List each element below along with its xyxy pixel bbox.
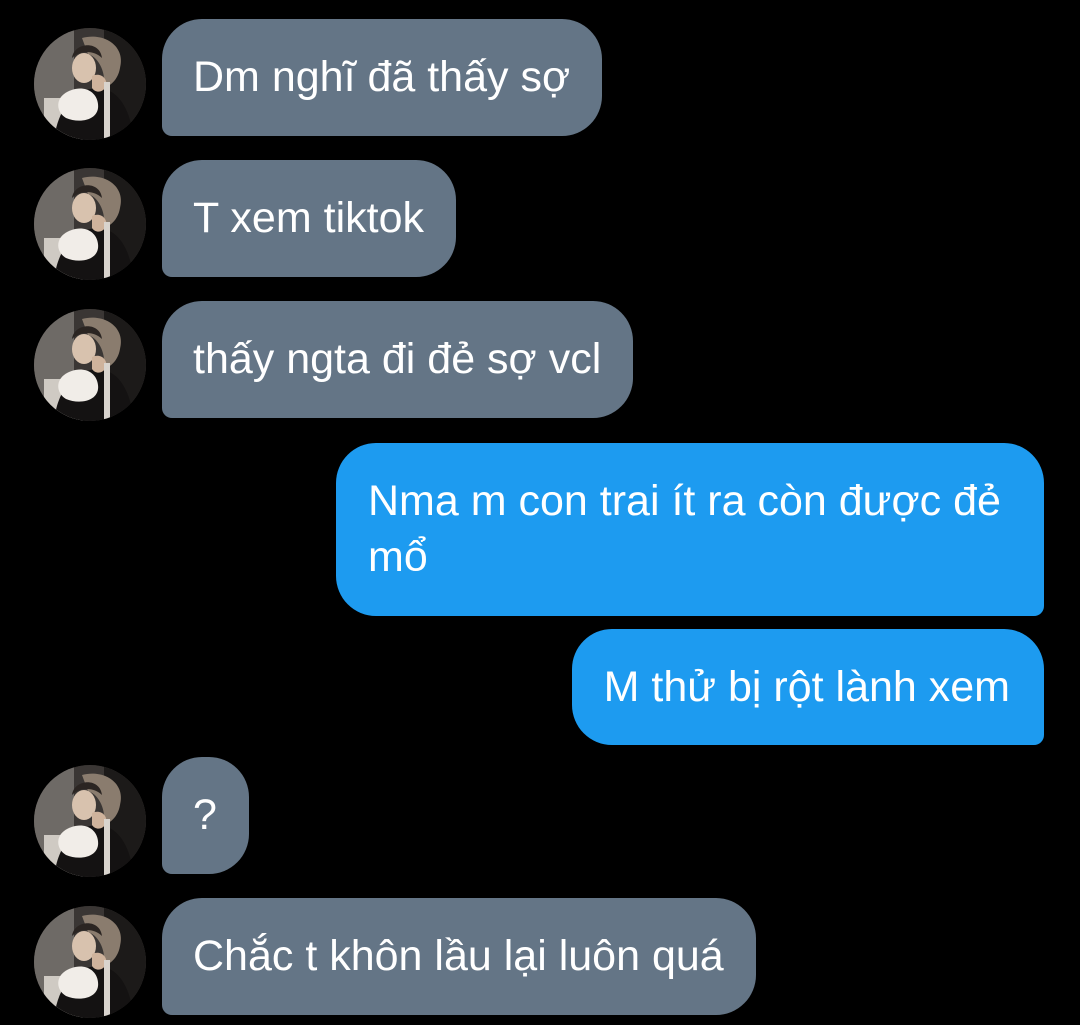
- contact-avatar[interactable]: [34, 906, 146, 1018]
- outgoing-message[interactable]: Nma m con trai ít ra còn được đẻ mổ: [336, 443, 1044, 616]
- profile-photo-icon: [34, 765, 146, 877]
- profile-photo-icon: [34, 28, 146, 140]
- contact-avatar[interactable]: [34, 168, 146, 280]
- incoming-message[interactable]: T xem tiktok: [162, 160, 456, 277]
- outgoing-message[interactable]: M thử bị rột lành xem: [571, 629, 1044, 745]
- incoming-message[interactable]: Chắc t khôn lầu lại luôn quá: [162, 898, 756, 1015]
- incoming-message[interactable]: ?: [162, 757, 249, 874]
- incoming-message[interactable]: thấy ngta đi đẻ sợ vcl: [162, 301, 634, 418]
- profile-photo-icon: [34, 309, 146, 421]
- profile-photo-icon: [34, 906, 146, 1018]
- incoming-message[interactable]: Dm nghĩ đã thấy sợ: [162, 19, 603, 136]
- contact-avatar[interactable]: [34, 28, 146, 140]
- profile-photo-icon: [34, 168, 146, 280]
- contact-avatar[interactable]: [34, 765, 146, 877]
- contact-avatar[interactable]: [34, 309, 146, 421]
